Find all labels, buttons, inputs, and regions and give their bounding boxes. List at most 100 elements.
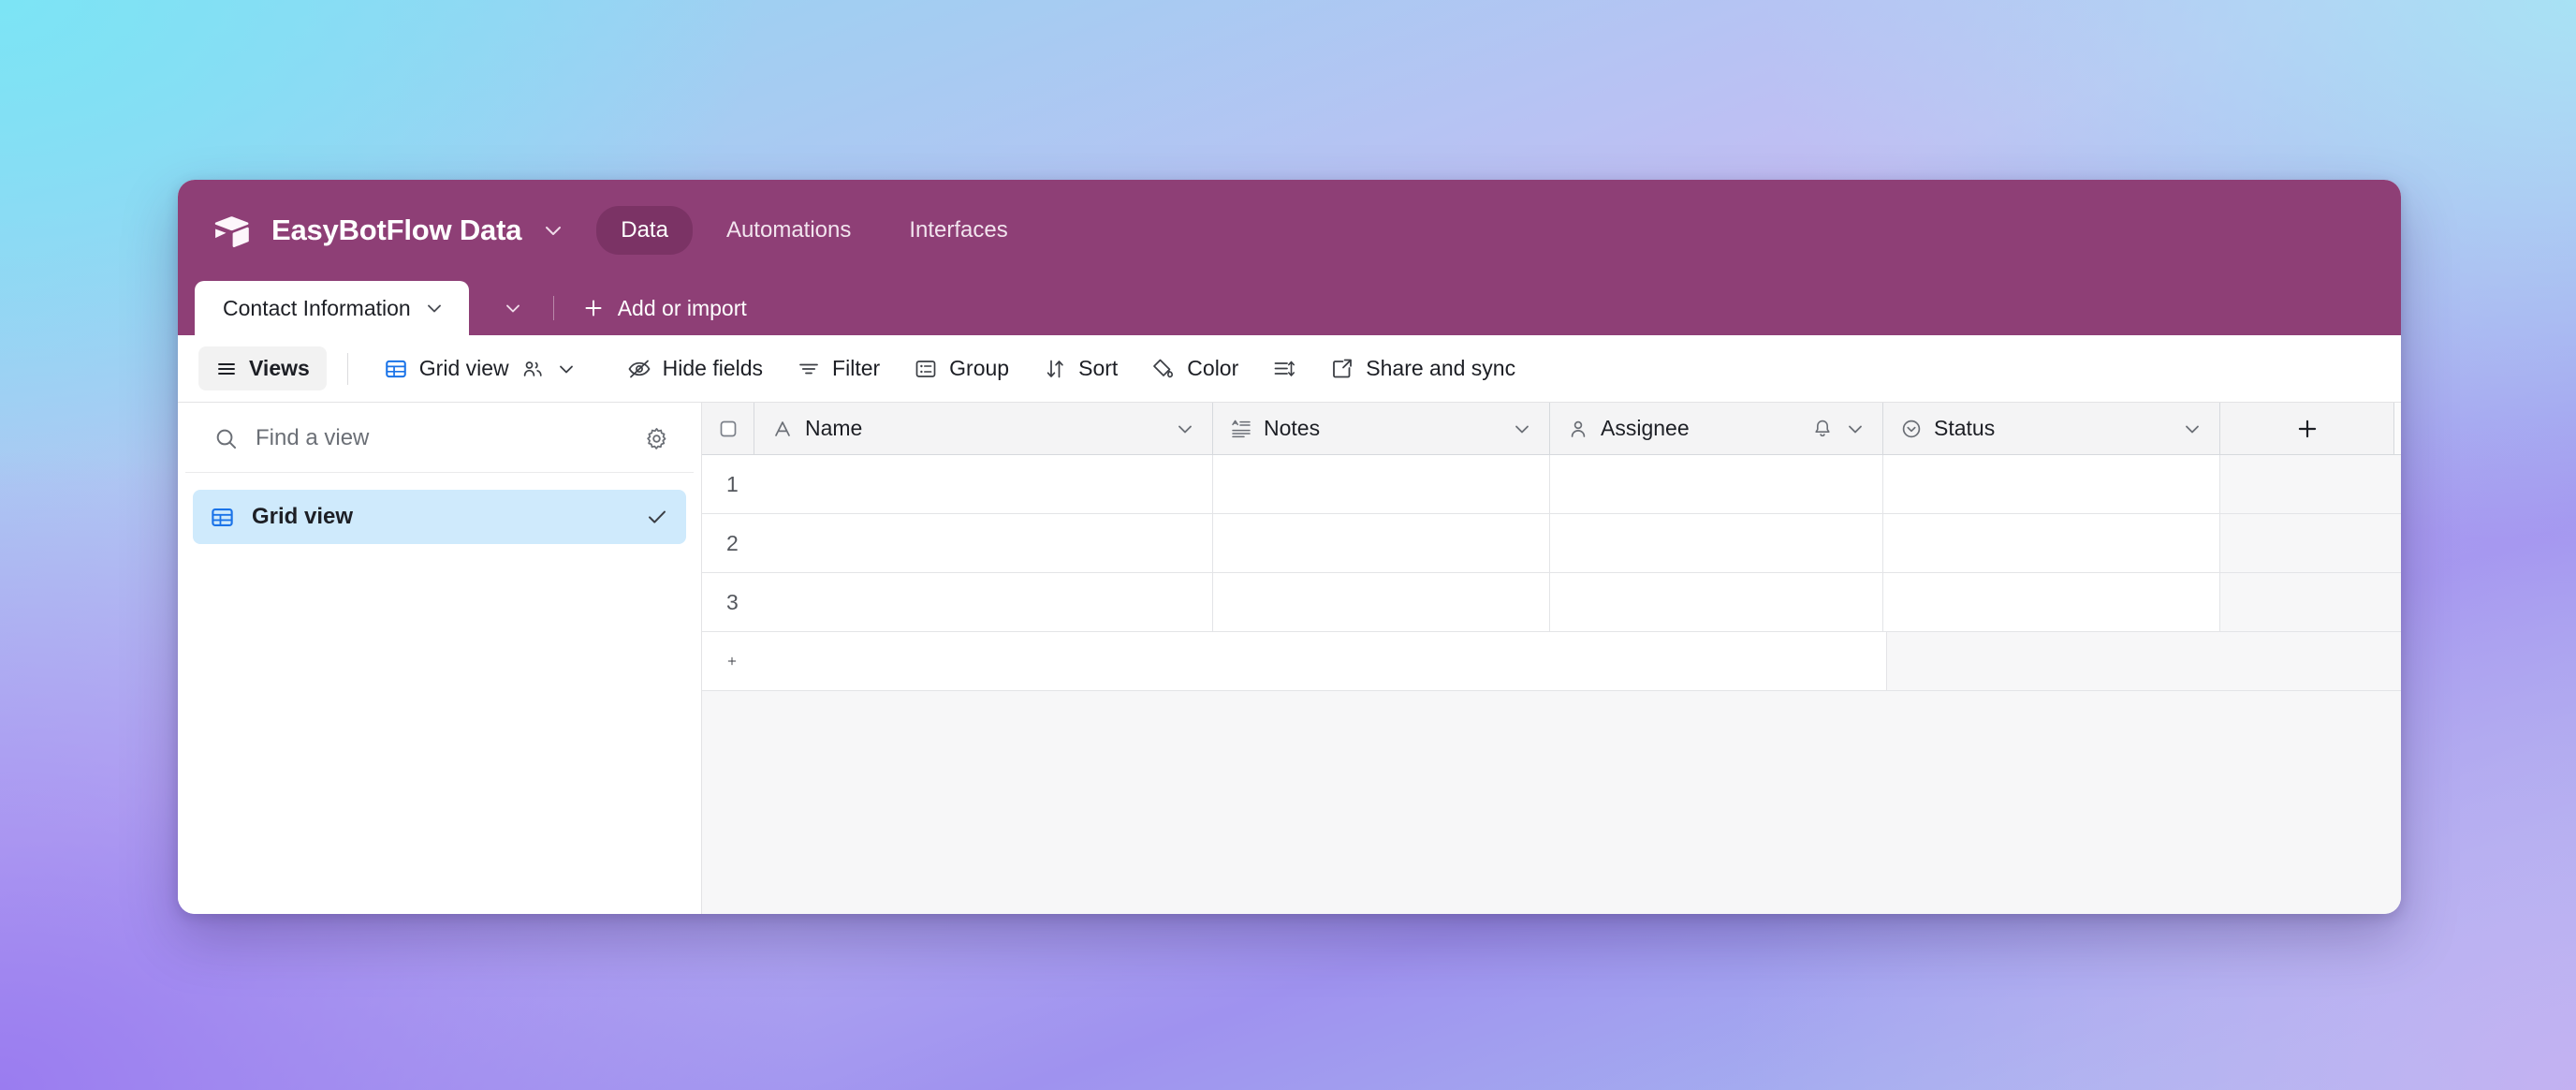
cell-notes[interactable] (1213, 455, 1550, 513)
row-tail (2220, 573, 2401, 631)
chevron-down-icon[interactable] (1845, 419, 1866, 439)
cell-assignee[interactable] (1550, 573, 1883, 631)
long-text-icon (1230, 418, 1252, 440)
chevron-down-icon[interactable] (1512, 419, 1532, 439)
column-header-notes[interactable]: Notes (1213, 403, 1550, 454)
add-row-button[interactable] (702, 632, 2401, 691)
cell-notes[interactable] (1213, 514, 1550, 572)
filter-button[interactable]: Filter (782, 346, 895, 390)
person-icon (1567, 418, 1589, 440)
hide-fields-label: Hide fields (662, 356, 764, 380)
cell-name[interactable] (754, 514, 1213, 572)
add-or-import-label: Add or import (617, 295, 747, 320)
column-header-status[interactable]: Status (1883, 403, 2220, 454)
chevron-down-icon[interactable] (542, 219, 564, 242)
nav-tab-automations[interactable]: Automations (702, 206, 875, 255)
table-list-chevron-icon[interactable] (482, 298, 544, 318)
nav-tab-interfaces[interactable]: Interfaces (885, 206, 1032, 255)
row-number: 2 (702, 514, 754, 572)
check-icon (645, 505, 669, 529)
check-circle-icon (1900, 418, 1923, 440)
chevron-down-icon[interactable] (556, 359, 577, 379)
data-grid: Name Notes Assignee Status 1 2 3 (702, 403, 2401, 914)
primary-nav: Data Automations Interfaces (596, 206, 1032, 255)
share-and-sync-label: Share and sync (1366, 356, 1516, 380)
table-tab-contact-information[interactable]: Contact Information (195, 281, 469, 335)
grid-header-row: Name Notes Assignee Status (702, 403, 2401, 455)
tab-divider (552, 296, 554, 320)
grid-header-tail (2394, 403, 2401, 454)
cell-name[interactable] (754, 573, 1213, 631)
sort-arrows-icon (1043, 357, 1067, 381)
add-field-button[interactable] (2220, 403, 2394, 454)
table-tab-label: Contact Information (223, 295, 411, 320)
cell-assignee[interactable] (1550, 455, 1883, 513)
row-number: 1 (702, 455, 754, 513)
color-label: Color (1187, 356, 1239, 380)
column-header-assignee[interactable]: Assignee (1550, 403, 1883, 454)
hide-fields-button[interactable]: Hide fields (612, 346, 778, 390)
gear-icon[interactable] (644, 426, 669, 451)
chevron-down-icon[interactable] (2182, 419, 2203, 439)
sidebar-view-label: Grid view (252, 504, 354, 529)
tab-strip-actions: Add or import (469, 281, 766, 335)
nav-tab-data[interactable]: Data (596, 206, 693, 255)
view-search-input[interactable] (256, 425, 627, 451)
group-label: Group (949, 356, 1010, 380)
select-all-checkbox[interactable] (702, 403, 754, 454)
views-button[interactable]: Views (198, 346, 327, 390)
grid-table-icon (210, 505, 235, 530)
cell-assignee[interactable] (1550, 514, 1883, 572)
row-tail (2220, 514, 2401, 572)
bell-icon[interactable] (1811, 418, 1834, 440)
hamburger-icon (215, 358, 238, 380)
workspace-body: Grid view Name (178, 403, 2401, 914)
share-and-sync-button[interactable]: Share and sync (1315, 346, 1530, 390)
filter-icon (797, 357, 821, 381)
add-row-icon[interactable] (702, 632, 754, 690)
column-header-label: Assignee (1601, 416, 1690, 440)
sort-button[interactable]: Sort (1028, 346, 1133, 390)
chevron-down-icon[interactable] (1175, 419, 1195, 439)
color-button[interactable]: Color (1136, 346, 1253, 390)
eye-off-icon (627, 357, 651, 381)
table-tab-strip: Contact Information Add or import (178, 281, 2401, 335)
grid-view-button[interactable]: Grid view (369, 346, 592, 390)
plus-icon (582, 297, 605, 319)
add-or-import-button[interactable]: Add or import (564, 296, 766, 321)
sidebar-view-grid-view[interactable]: Grid view (193, 490, 686, 544)
column-header-label: Status (1934, 416, 1996, 440)
group-button[interactable]: Group (899, 346, 1024, 390)
cell-status[interactable] (1883, 455, 2220, 513)
base-name: EasyBotFlow Data (271, 214, 522, 246)
cell-notes[interactable] (1213, 573, 1550, 631)
table-row[interactable]: 1 (702, 455, 2401, 514)
row-number: 3 (702, 573, 754, 631)
view-toolbar: Views Grid view Hide fields Filter Group… (178, 335, 2401, 403)
row-height-button[interactable] (1257, 347, 1311, 390)
sort-label: Sort (1078, 356, 1119, 380)
view-search-row (185, 403, 694, 473)
base-brand[interactable]: EasyBotFlow Data (212, 211, 564, 250)
row-tail (2220, 455, 2401, 513)
table-row[interactable]: 3 (702, 573, 2401, 632)
search-icon (213, 426, 239, 451)
column-header-name[interactable]: Name (754, 403, 1213, 454)
cell-name[interactable] (754, 455, 1213, 513)
people-icon (520, 357, 545, 381)
table-row[interactable]: 2 (702, 514, 2401, 573)
cell-status[interactable] (1883, 573, 2220, 631)
airtable-cube-icon (212, 211, 251, 250)
row-height-icon (1272, 357, 1296, 381)
share-external-icon (1330, 357, 1354, 381)
views-sidebar: Grid view (178, 403, 702, 914)
filter-label: Filter (832, 356, 881, 380)
grid-table-icon (384, 357, 408, 381)
group-icon (914, 357, 938, 381)
text-A-icon (771, 418, 794, 440)
add-row-area[interactable] (754, 632, 1887, 690)
row-tail (1887, 632, 2401, 690)
chevron-down-icon[interactable] (424, 298, 445, 318)
cell-status[interactable] (1883, 514, 2220, 572)
column-header-label: Notes (1264, 416, 1321, 440)
